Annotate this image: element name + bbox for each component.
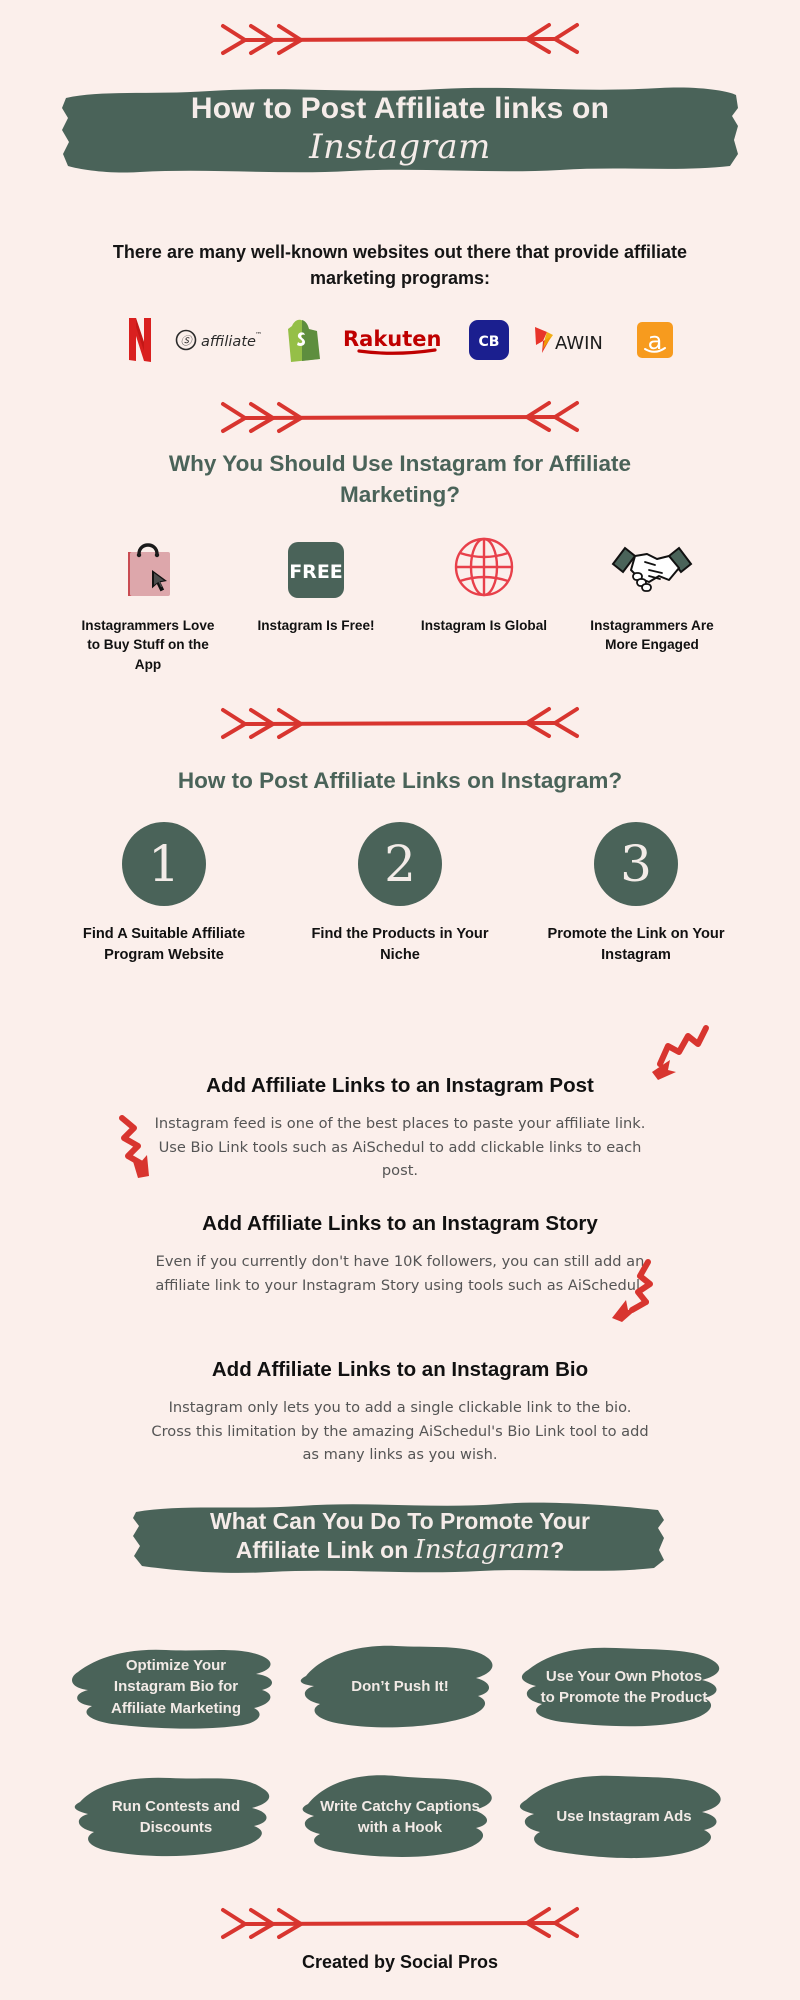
footer-credit: Created by Social Pros xyxy=(301,1952,499,1972)
header-title-line1: How to Post Affiliate links on xyxy=(190,92,610,126)
squiggle-arrow-left-icon xyxy=(116,1108,178,1185)
tip-blob: Write Catchy Captions with a Hook xyxy=(290,1762,510,1872)
method-title: Add Affiliate Links to an Instagram Post xyxy=(206,1074,594,1097)
step-number: 1 xyxy=(148,835,180,893)
method-body: Instagram only lets you to add a single … xyxy=(151,1399,649,1464)
amazon-logo: a xyxy=(637,322,673,358)
svg-text:CB: CB xyxy=(479,334,500,350)
tip-blob: Use Your Own Photos to Promote the Produ… xyxy=(514,1632,734,1742)
step-number-badge: 1 xyxy=(122,822,206,906)
divider-arrow-top xyxy=(0,22,800,56)
svg-text:affiliate: affiliate xyxy=(201,334,256,350)
how-heading: How to Post Affiliate Links on Instagram… xyxy=(177,768,623,793)
benefit-caption: Instagrammers Are More Engaged xyxy=(590,618,714,653)
method-body: Even if you currently don't have 10K fol… xyxy=(155,1253,645,1294)
tip-label: Write Catchy Captions with a Hook xyxy=(320,1797,480,1836)
benefit-item-1: FREE Instagram Is Free! xyxy=(246,528,386,674)
shopify-logo xyxy=(283,318,321,362)
promote-banner-line1: What Can You Do To Promote Your xyxy=(210,1508,590,1535)
tips-row-2: Run Contests and Discounts Write Catchy … xyxy=(0,1762,800,1872)
benefit-item-3: Instagrammers Are More Engaged xyxy=(582,528,722,674)
method-story: Add Affiliate Links to an Instagram Stor… xyxy=(0,1212,800,1297)
tip-blob: Run Contests and Discounts xyxy=(66,1762,286,1872)
svg-text:AWIN: AWIN xyxy=(555,333,603,354)
step-number: 2 xyxy=(384,835,416,893)
benefit-caption: Instagram Is Global xyxy=(420,618,548,633)
affiliate-logos-row: Ⓢ affiliate ™ Rakuten CB AWIN a xyxy=(0,312,800,368)
divider-arrow-3 xyxy=(0,706,800,740)
method-title: Add Affiliate Links to an Instagram Stor… xyxy=(202,1212,598,1235)
tip-label: Don’t Push It! xyxy=(351,1678,449,1696)
benefit-item-0: Instagrammers Love to Buy Stuff on the A… xyxy=(78,528,218,674)
benefit-caption: Instagrammers Love to Buy Stuff on the A… xyxy=(81,618,215,672)
method-bio: Add Affiliate Links to an Instagram Bio … xyxy=(0,1358,800,1467)
tip-blob: Use Instagram Ads xyxy=(514,1762,734,1872)
method-body: Instagram feed is one of the best places… xyxy=(154,1115,646,1180)
tip-label: Run Contests and Discounts xyxy=(111,1797,241,1836)
tip-label: Use Instagram Ads xyxy=(556,1808,692,1826)
step-caption: Find the Products in Your Niche xyxy=(311,926,489,964)
tip-label: Optimize Your Instagram Bio for Affiliat… xyxy=(110,1657,242,1717)
why-heading: Why You Should Use Instagram for Affilia… xyxy=(168,451,632,508)
netflix-logo xyxy=(127,317,153,363)
step-number-badge: 2 xyxy=(358,822,442,906)
handshake-icon xyxy=(609,528,695,602)
tip-label: Use Your Own Photos to Promote the Produ… xyxy=(540,1667,708,1706)
step-caption: Promote the Link on Your Instagram xyxy=(547,926,725,964)
infographic-page: How to Post Affiliate links on Instagram… xyxy=(0,0,800,2000)
step-caption: Find A Suitable Affiliate Program Websit… xyxy=(82,926,246,964)
step-item-1: 1 Find A Suitable Affiliate Program Webs… xyxy=(69,822,259,966)
header-title-script: Instagram xyxy=(309,126,491,167)
method-title: Add Affiliate Links to an Instagram Bio xyxy=(211,1358,589,1381)
promote-banner-line2-script: Instagram xyxy=(414,1535,551,1566)
awin-logo: AWIN xyxy=(531,324,615,356)
svg-text:Ⓢ: Ⓢ xyxy=(181,335,194,348)
divider-arrow-bottom xyxy=(0,1906,800,1940)
globe-icon xyxy=(449,528,519,602)
step-number-badge: 3 xyxy=(594,822,678,906)
tips-row-1: Optimize Your Instagram Bio for Affiliat… xyxy=(0,1632,800,1742)
squiggle-arrow-story-icon xyxy=(592,1252,656,1329)
benefit-caption: Instagram Is Free! xyxy=(257,618,375,633)
svg-text:FREE: FREE xyxy=(289,561,343,583)
benefit-item-2: Instagram Is Global xyxy=(414,528,554,674)
shopping-bag-icon xyxy=(112,528,184,602)
header-banner: How to Post Affiliate links on Instagram xyxy=(0,82,800,176)
promote-banner-line2: Affiliate Link on Instagram? xyxy=(236,1535,565,1566)
free-badge-icon: FREE xyxy=(284,528,348,602)
tip-blob: Don’t Push It! xyxy=(290,1632,510,1742)
step-number: 3 xyxy=(620,835,652,893)
intro-lead: There are many well-known websites out t… xyxy=(112,242,688,288)
steps-row: 1 Find A Suitable Affiliate Program Webs… xyxy=(0,822,800,966)
promote-banner-line2-pre: Affiliate Link on xyxy=(235,1537,415,1564)
svg-text:Rakuten: Rakuten xyxy=(343,327,442,351)
svg-text:™: ™ xyxy=(255,331,261,339)
cj-affiliate-logo: Ⓢ affiliate ™ xyxy=(175,328,261,352)
step-item-2: 2 Find the Products in Your Niche xyxy=(305,822,495,966)
rakuten-logo: Rakuten xyxy=(343,325,447,355)
step-item-3: 3 Promote the Link on Your Instagram xyxy=(541,822,731,966)
tip-blob: Optimize Your Instagram Bio for Affiliat… xyxy=(66,1632,286,1742)
promote-banner: What Can You Do To Promote Your Affiliat… xyxy=(0,1498,800,1576)
divider-arrow-2 xyxy=(0,400,800,434)
promote-banner-line2-post: ? xyxy=(550,1537,565,1564)
benefits-row: Instagrammers Love to Buy Stuff on the A… xyxy=(0,528,800,674)
clickbank-logo: CB xyxy=(469,320,509,360)
